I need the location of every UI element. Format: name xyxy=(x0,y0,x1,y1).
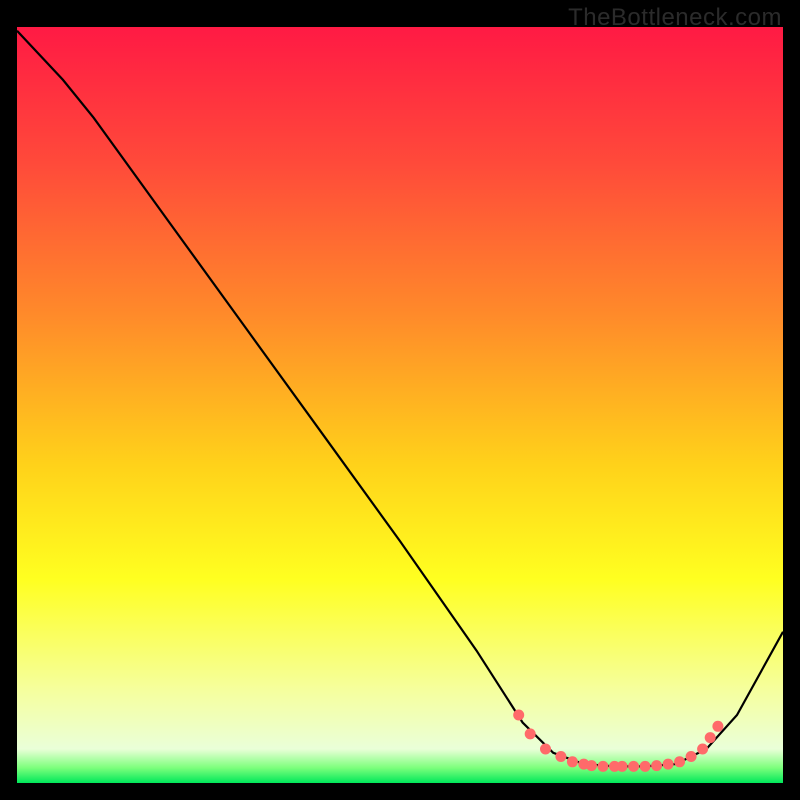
valley-dot xyxy=(705,732,716,743)
valley-dot xyxy=(651,760,662,771)
valley-dot xyxy=(598,761,609,772)
valley-dot xyxy=(712,721,723,732)
chart xyxy=(17,27,783,783)
valley-dot xyxy=(674,756,685,767)
valley-dot xyxy=(567,756,578,767)
valley-dot xyxy=(513,710,524,721)
valley-dot xyxy=(686,751,697,762)
chart-background xyxy=(17,27,783,783)
valley-dot xyxy=(586,760,597,771)
chart-svg xyxy=(17,27,783,783)
valley-dot xyxy=(628,761,639,772)
valley-dot xyxy=(640,761,651,772)
valley-dot xyxy=(525,728,536,739)
valley-dot xyxy=(617,761,628,772)
valley-dot xyxy=(555,751,566,762)
valley-dot xyxy=(663,759,674,770)
valley-dot xyxy=(697,744,708,755)
valley-dot xyxy=(540,744,551,755)
